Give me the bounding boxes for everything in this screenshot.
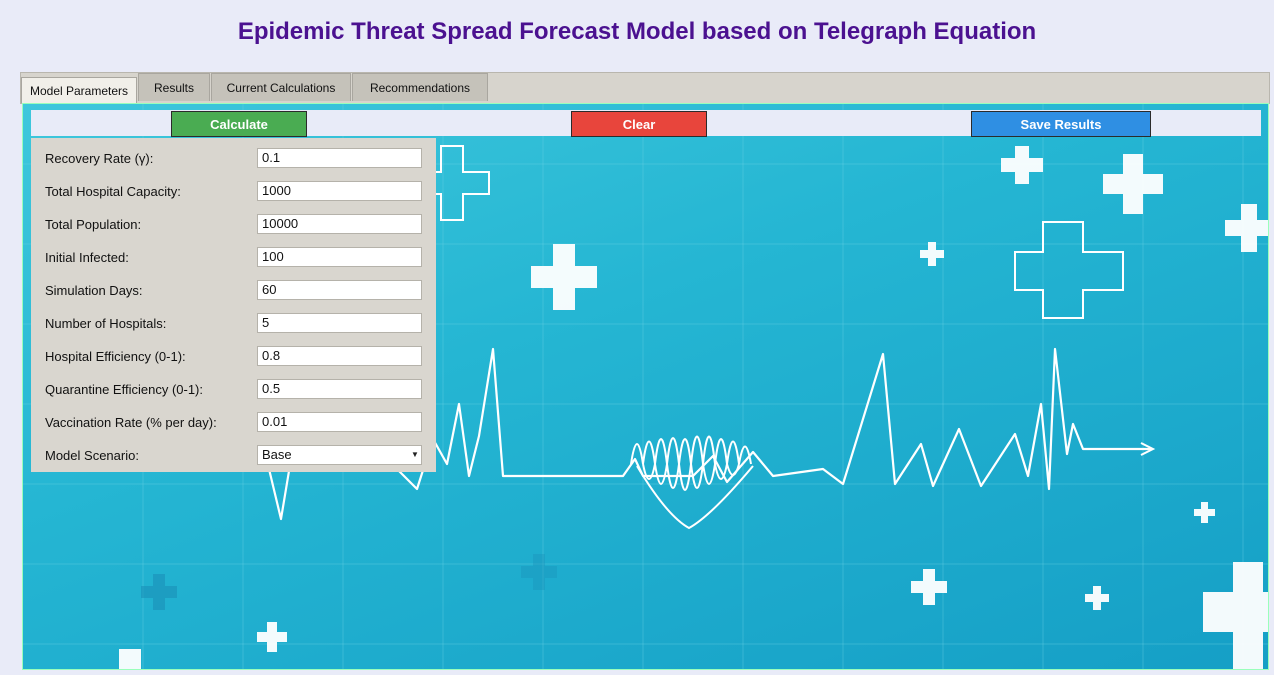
tab-results[interactable]: Results [138, 73, 210, 101]
param-row-simulation-days: Simulation Days: 60 [31, 274, 436, 307]
number-of-hospitals-input[interactable]: 5 [257, 313, 422, 333]
param-label: Initial Infected: [45, 250, 129, 265]
total-population-input[interactable]: 10000 [257, 214, 422, 234]
clear-button[interactable]: Clear [571, 111, 707, 137]
tab-bar: Model Parameters Results Current Calcula… [20, 72, 1270, 104]
model-scenario-value: Base [262, 447, 292, 462]
param-row-total-population: Total Population: 10000 [31, 208, 436, 241]
initial-infected-input[interactable]: 100 [257, 247, 422, 267]
chevron-down-icon[interactable]: ▼ [411, 449, 419, 461]
app-title: Epidemic Threat Spread Forecast Model ba… [237, 18, 1037, 45]
param-label: Model Scenario: [45, 448, 139, 463]
param-row-model-scenario: Model Scenario: Base ▼ [31, 439, 436, 472]
param-row-number-of-hospitals: Number of Hospitals: 5 [31, 307, 436, 340]
param-label: Simulation Days: [45, 283, 143, 298]
param-row-quarantine-efficiency: Quarantine Efficiency (0-1): 0.5 [31, 373, 436, 406]
recovery-rate-input[interactable]: 0.1 [257, 148, 422, 168]
param-row-vaccination-rate: Vaccination Rate (% per day): 0.01 [31, 406, 436, 439]
parameters-form: Recovery Rate (γ): 0.1 Total Hospital Ca… [31, 138, 436, 472]
param-label: Recovery Rate (γ): [45, 151, 154, 166]
simulation-days-input[interactable]: 60 [257, 280, 422, 300]
save-results-button[interactable]: Save Results [971, 111, 1151, 137]
param-label: Total Population: [45, 217, 142, 232]
param-row-hospital-efficiency: Hospital Efficiency (0-1): 0.8 [31, 340, 436, 373]
hospital-efficiency-input[interactable]: 0.8 [257, 346, 422, 366]
param-label: Total Hospital Capacity: [45, 184, 181, 199]
tab-recommendations[interactable]: Recommendations [352, 73, 488, 101]
param-row-recovery-rate: Recovery Rate (γ): 0.1 [31, 142, 436, 175]
param-label: Number of Hospitals: [45, 316, 167, 331]
action-bar: Calculate Clear Save Results [31, 110, 1261, 137]
tab-current-calculations[interactable]: Current Calculations [211, 73, 351, 101]
param-label: Vaccination Rate (% per day): [45, 415, 217, 430]
param-row-hospital-capacity: Total Hospital Capacity: 1000 [31, 175, 436, 208]
param-label: Quarantine Efficiency (0-1): [45, 382, 203, 397]
model-scenario-select[interactable]: Base ▼ [257, 445, 422, 465]
hospital-capacity-input[interactable]: 1000 [257, 181, 422, 201]
param-label: Hospital Efficiency (0-1): [45, 349, 186, 364]
param-row-initial-infected: Initial Infected: 100 [31, 241, 436, 274]
quarantine-efficiency-input[interactable]: 0.5 [257, 379, 422, 399]
parameters-pane: Calculate Clear Save Results Recovery Ra… [22, 103, 1269, 670]
tab-model-parameters[interactable]: Model Parameters [21, 77, 137, 103]
calculate-button[interactable]: Calculate [171, 111, 307, 137]
vaccination-rate-input[interactable]: 0.01 [257, 412, 422, 432]
